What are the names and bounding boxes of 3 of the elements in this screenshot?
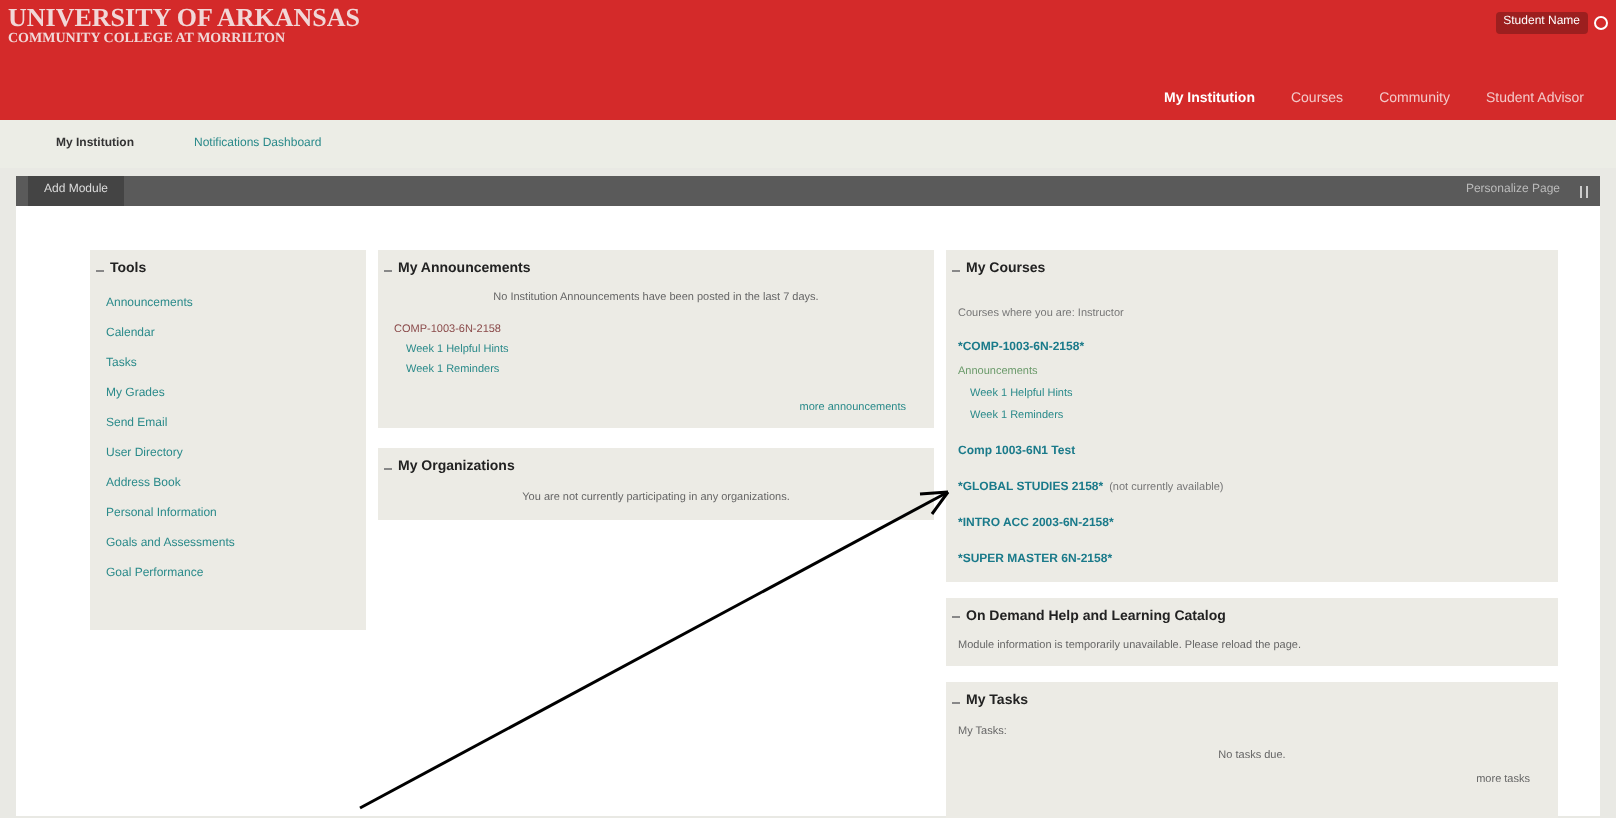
college-title: UNIVERSITY OF ARKANSAS: [8, 4, 361, 30]
power-icon[interactable]: [1594, 16, 1608, 30]
pause-icon[interactable]: [1580, 185, 1588, 197]
